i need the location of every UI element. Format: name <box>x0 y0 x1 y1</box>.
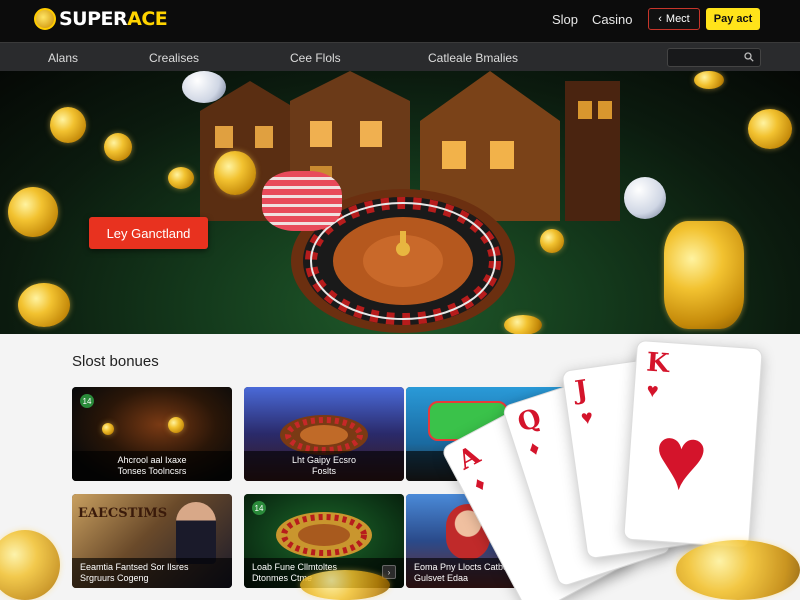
character-illustration <box>176 502 216 564</box>
hero-cta-button[interactable]: Ley Ganctland <box>89 217 208 249</box>
card-caption: Eeamtia Fantsed Sor Ilsres Srgruurs Coge… <box>72 558 232 588</box>
card-rank: J <box>573 374 590 407</box>
card-caption: Ahcrool aal Ixaxe Tonses Toolncsrs <box>72 451 232 481</box>
back-button-label: Mect <box>665 13 690 25</box>
diamond-icon: ♦ <box>525 436 543 461</box>
hero-banner: Ley Ganctland <box>0 71 800 334</box>
gold-coin-icon <box>0 530 60 600</box>
gold-coin-icon <box>168 167 194 189</box>
gold-coin-icon <box>748 109 792 149</box>
back-button[interactable]: ‹ Mect <box>648 8 700 30</box>
gold-coin-icon <box>540 229 564 253</box>
nav-item-alans[interactable]: Alans <box>48 51 78 65</box>
roulette-wheel-illustration <box>280 415 368 455</box>
gold-coin-icon <box>676 540 800 600</box>
card-title: Ahcrool aal Ixaxe <box>117 455 187 465</box>
gold-coin-icon <box>102 423 114 435</box>
pay-button[interactable]: Pay act <box>706 8 760 30</box>
card-art-title: EAECSTIMS <box>78 506 168 521</box>
card-badge: 14 <box>80 394 94 408</box>
card-badge: 14 <box>252 501 266 515</box>
hero-cta-label: Ley Ganctland <box>106 225 191 241</box>
gold-coin-icon <box>18 283 70 327</box>
logo-coin-icon <box>34 8 56 30</box>
top-link-casino[interactable]: Casino <box>592 12 632 27</box>
bonus-card[interactable]: 14 Ahcrool aal Ixaxe Tonses Toolncsrs <box>72 387 232 481</box>
diamond-icon: ♦ <box>470 472 490 497</box>
nav-bar: Alans Crealises Cee Flols Catleale Bmali… <box>0 42 800 71</box>
nav-item-crealises[interactable]: Crealises <box>149 51 199 65</box>
card-subtitle: Srgruurs Cogeng <box>80 573 149 583</box>
card-title: Lht Gaipy Ecsro <box>291 455 357 465</box>
top-header: SUPERACE Slop Casino ‹ Mect Pay act <box>0 0 800 42</box>
nav-item-catleale[interactable]: Catleale Bmalies <box>428 51 518 65</box>
card-subtitle: Tonses Toolncsrs <box>117 466 187 476</box>
chevron-left-icon: ‹ <box>658 13 662 25</box>
soccer-ball-icon <box>624 177 666 219</box>
card-rank: K <box>645 347 671 380</box>
gold-coin-icon <box>104 133 132 161</box>
gold-coin-icon <box>504 315 542 334</box>
bonus-card[interactable]: Lht Gaipy Ecsro Foslts <box>244 387 404 481</box>
card-rank: Q <box>514 403 545 439</box>
pay-button-label: Pay act <box>713 13 753 25</box>
bonus-card[interactable]: EAECSTIMS Eeamtia Fantsed Sor Ilsres Srg… <box>72 494 232 588</box>
gold-coin-icon <box>8 187 58 237</box>
card-rank: A <box>453 440 486 477</box>
roulette-wheel-illustration <box>276 512 372 558</box>
heart-icon: ♥ <box>579 406 595 430</box>
logo-text: SUPERACE <box>59 8 168 30</box>
heart-icon: ♥ <box>645 379 660 403</box>
large-heart-icon: ♥ <box>650 407 711 511</box>
card-title: Eeamtia Fantsed Sor Ilsres <box>80 562 189 572</box>
logo[interactable]: SUPERACE <box>34 8 168 30</box>
search-input[interactable] <box>674 51 744 64</box>
gold-coin-icon <box>664 221 744 329</box>
gold-coin-icon <box>300 570 390 600</box>
card-subtitle: Foslts <box>311 466 336 476</box>
search-icon[interactable] <box>744 52 754 62</box>
search-box[interactable] <box>667 48 761 67</box>
gold-coin-icon <box>50 107 86 143</box>
poker-chip-stack-icon <box>262 171 342 231</box>
gold-coin-icon <box>694 71 724 89</box>
card-caption: Lht Gaipy Ecsro Foslts <box>244 451 404 481</box>
nav-item-cee-flols[interactable]: Cee Flols <box>290 51 341 65</box>
top-link-slop[interactable]: Slop <box>552 12 578 27</box>
gold-coin-icon <box>168 417 184 433</box>
section-title: Slost bonues <box>72 353 159 370</box>
playing-card-king: K ♥ ♥ <box>623 339 763 549</box>
gold-coin-icon <box>214 151 256 195</box>
soccer-ball-icon <box>182 71 226 103</box>
